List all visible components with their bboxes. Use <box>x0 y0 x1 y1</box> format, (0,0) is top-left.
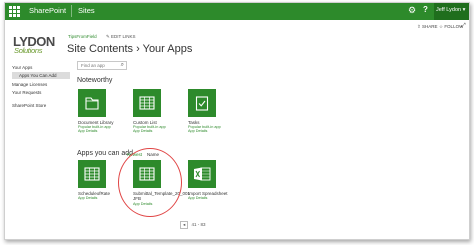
page-title: Site Contents › Your Apps <box>67 43 193 55</box>
pager: ◂ 41 - 83 <box>180 221 206 229</box>
app-details-link[interactable]: App Details <box>188 196 207 200</box>
pager-range: 41 - 83 <box>191 222 206 227</box>
app-details-link[interactable]: App Details <box>78 196 97 200</box>
nav-item-manage-licenses[interactable]: Manage Licenses <box>12 82 47 87</box>
sharepoint-window: SharePoint Sites ⚙ ? Jeff Lydon ▾ ⇧ SHAR… <box>4 2 470 240</box>
breadcrumb[interactable]: TipsFromField <box>68 34 97 39</box>
noteworthy-heading: Noteworthy <box>77 77 113 84</box>
app-launcher-icon[interactable] <box>8 5 21 18</box>
share-label: SHARE <box>422 24 438 29</box>
folder-icon <box>85 97 99 110</box>
focus-content-icon[interactable]: ⤢ <box>461 23 466 30</box>
sharepoint-brand-link[interactable]: SharePoint <box>29 6 66 15</box>
nav-item-your-apps[interactable]: Your Apps <box>12 65 32 70</box>
suite-bar-divider <box>71 5 72 17</box>
search-icon[interactable]: ⌕ <box>121 62 124 69</box>
search-placeholder: Find an app <box>81 63 105 68</box>
share-icon: ⇧ <box>417 24 421 29</box>
find-app-search-input[interactable]: Find an app ⌕ <box>77 61 127 70</box>
site-logo[interactable]: LYDON Solutions <box>13 34 59 56</box>
apps-you-can-add-heading: Apps you can add <box>77 150 134 157</box>
checkbox-icon <box>195 96 209 111</box>
sites-link[interactable]: Sites <box>78 6 95 15</box>
excel-icon <box>194 167 211 181</box>
logo-sub-text: Solutions <box>14 46 43 55</box>
app-details-link[interactable]: App Details <box>78 129 97 133</box>
highlight-annotation-circle <box>118 148 182 217</box>
app-tile-import-spreadsheet[interactable] <box>188 160 216 188</box>
star-icon: ☆ <box>439 24 444 29</box>
user-menu[interactable]: Jeff Lydon ▾ <box>434 3 469 20</box>
edit-links-button[interactable]: ✎ EDIT LINKS <box>106 34 135 40</box>
app-details-link[interactable]: App Details <box>133 129 152 133</box>
grid-icon <box>139 96 155 110</box>
app-tile-scheduleofrate[interactable] <box>78 160 106 188</box>
app-details-link[interactable]: App Details <box>188 129 207 133</box>
nav-item-apps-you-can-add[interactable]: Apps You Can Add <box>12 72 70 79</box>
help-icon[interactable]: ? <box>423 5 428 14</box>
app-tile-custom-list[interactable] <box>133 89 161 117</box>
nav-item-your-requests[interactable]: Your Requests <box>12 90 41 95</box>
follow-button[interactable]: ☆ FOLLOW <box>439 24 463 30</box>
user-name: Jeff Lydon ▾ <box>436 7 466 13</box>
suite-bar: SharePoint Sites ⚙ ? Jeff Lydon ▾ <box>5 3 469 20</box>
previous-page-button[interactable]: ◂ <box>180 221 189 229</box>
gear-icon[interactable]: ⚙ <box>408 5 416 16</box>
app-tile-tasks[interactable] <box>188 89 216 117</box>
share-button[interactable]: ⇧ SHARE <box>417 24 438 30</box>
app-tile-document-library[interactable] <box>78 89 106 117</box>
grid-icon <box>84 167 100 181</box>
nav-item-sharepoint-store[interactable]: SharePoint Store <box>12 103 46 108</box>
